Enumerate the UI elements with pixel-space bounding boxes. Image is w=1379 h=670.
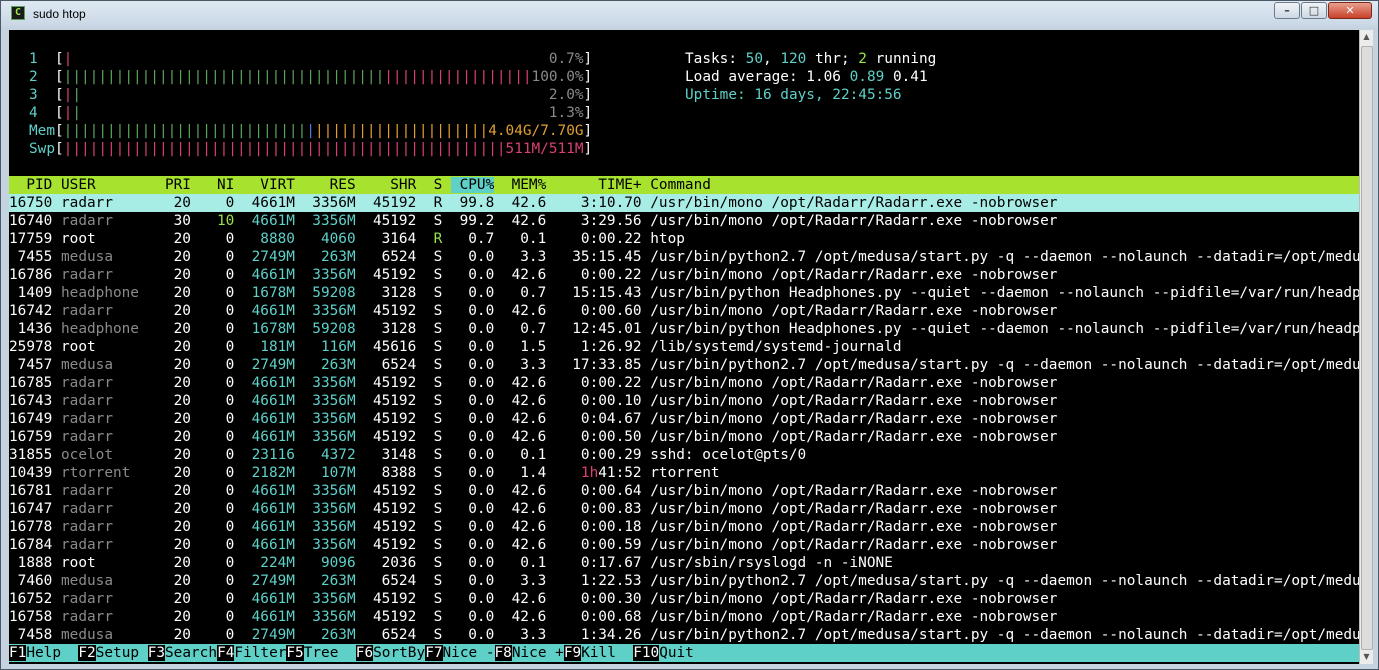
process-row-text: 16784 radarr 20 0 4661M 3356M 45192 S 0.…	[9, 537, 1058, 553]
column-res[interactable]: RES	[304, 177, 356, 193]
scroll-up-icon[interactable]: ▲	[1360, 30, 1373, 44]
process-row-text: 1409 headphone 20 0 1678M 59208 3128 S 0…	[9, 285, 1359, 301]
process-row[interactable]: 16742 radarr 20 0 4661M 3356M 45192 S 0.…	[9, 302, 1359, 320]
process-row[interactable]: 31855 ocelot 20 0 23116 4372 3148 S 0.0 …	[9, 446, 1359, 464]
close-button[interactable]: ✕	[1328, 2, 1372, 19]
column-pri[interactable]: PRI	[156, 177, 191, 193]
scrollbar-thumb[interactable]	[1361, 46, 1373, 650]
process-row-text: 16758 radarr 20 0 4661M 3356M 45192 S 0.…	[9, 609, 1058, 625]
process-row-text: 31855 ocelot 20 0 23116 4372 3148 S 0.0 …	[9, 447, 807, 463]
column-mem[interactable]: MEM%	[503, 177, 547, 193]
process-row-text: 1436 headphone 20 0 1678M 59208 3128 S 0…	[9, 321, 1359, 337]
column-header[interactable]: PID USER PRI NI VIRT RES SHR S CPU% MEM%…	[9, 176, 1359, 194]
process-row[interactable]: 1436 headphone 20 0 1678M 59208 3128 S 0…	[9, 320, 1359, 338]
process-row[interactable]: 7457 medusa 20 0 2749M 263M 6524 S 0.0 3…	[9, 356, 1359, 374]
process-row[interactable]: 10439 rtorrent 20 0 2182M 107M 8388 S 0.…	[9, 464, 1359, 482]
process-row-text: 16781 radarr 20 0 4661M 3356M 45192 S 0.…	[9, 483, 1058, 499]
fkey-help-button[interactable]: F1Help	[9, 644, 78, 662]
terminal-icon: C	[11, 6, 25, 20]
fkey-filter-button[interactable]: F4Filter	[217, 644, 286, 662]
fkey-setup-button[interactable]: F2Setup	[78, 644, 147, 662]
title-bar[interactable]: C sudo htop – □ ✕	[1, 1, 1378, 27]
fkey-quit-button[interactable]: F10Quit	[633, 644, 711, 662]
fkey-kill-button[interactable]: F9Kill	[563, 644, 633, 662]
column-command[interactable]: Command	[650, 177, 711, 193]
process-row-text: 17759 root 20 0 8880 4060 3164 R 0.7 0.1…	[9, 231, 685, 247]
window-title: sudo htop	[33, 7, 86, 21]
process-row-text: 7455 medusa 20 0 2749M 263M 6524 S 0.0 3…	[9, 249, 1359, 265]
process-row[interactable]: 7458 medusa 20 0 2749M 263M 6524 S 0.0 3…	[9, 626, 1359, 644]
process-row[interactable]: 16758 radarr 20 0 4661M 3356M 45192 S 0.…	[9, 608, 1359, 626]
process-row-text: 7460 medusa 20 0 2749M 263M 6524 S 0.0 3…	[9, 573, 1359, 589]
process-row[interactable]: 17759 root 20 0 8880 4060 3164 R 0.7 0.1…	[9, 230, 1359, 248]
process-row-text: 10439 rtorrent 20 0 2182M 107M 8388 S 0.…	[9, 465, 720, 481]
process-row-text: 1888 root 20 0 224M 9096 2036 S 0.0 0.1 …	[9, 555, 893, 571]
fkey-nice--button[interactable]: F8Nice +	[494, 644, 564, 662]
column-ni[interactable]: NI	[200, 177, 234, 193]
column-shr[interactable]: SHR	[364, 177, 416, 193]
maximize-button[interactable]: □	[1301, 2, 1327, 19]
process-row[interactable]: 16749 radarr 20 0 4661M 3356M 45192 S 0.…	[9, 410, 1359, 428]
process-row[interactable]: 1888 root 20 0 224M 9096 2036 S 0.0 0.1 …	[9, 554, 1359, 572]
column-header-labels[interactable]: PID USER PRI NI VIRT RES SHR S CPU% MEM%…	[9, 176, 711, 194]
column-virt[interactable]: VIRT	[243, 177, 295, 193]
process-row[interactable]: 7455 medusa 20 0 2749M 263M 6524 S 0.0 3…	[9, 248, 1359, 266]
column-user[interactable]: USER	[61, 177, 148, 193]
process-row[interactable]: 16747 radarr 20 0 4661M 3356M 45192 S 0.…	[9, 500, 1359, 518]
terminal-window: C sudo htop – □ ✕ 1 [| 0.7%] 2 [|||||||||…	[0, 0, 1379, 670]
process-row[interactable]: 16781 radarr 20 0 4661M 3356M 45192 S 0.…	[9, 482, 1359, 500]
process-row-text: 25978 root 20 0 181M 116M 45616 S 0.0 1.…	[9, 339, 902, 355]
fkey-nice--button[interactable]: F7Nice -	[425, 644, 495, 662]
process-row-text: 16759 radarr 20 0 4661M 3356M 45192 S 0.…	[9, 429, 1058, 445]
process-row[interactable]: 7460 medusa 20 0 2749M 263M 6524 S 0.0 3…	[9, 572, 1359, 590]
process-row[interactable]: 16785 radarr 20 0 4661M 3356M 45192 S 0.…	[9, 374, 1359, 392]
swap-meter: Swp[||||||||||||||||||||||||||||||||||||…	[29, 141, 593, 157]
process-row-text: 16749 radarr 20 0 4661M 3356M 45192 S 0.…	[9, 411, 1058, 427]
column-time[interactable]: TIME+	[555, 177, 641, 193]
fkey-sortby-button[interactable]: F6SortBy	[355, 644, 425, 662]
process-row[interactable]: 16752 radarr 20 0 4661M 3356M 45192 S 0.…	[9, 590, 1359, 608]
tasks-summary: Tasks: 50, 120 thr; 2 running	[685, 51, 937, 67]
process-row-text: 16743 radarr 20 0 4661M 3356M 45192 S 0.…	[9, 393, 1058, 409]
function-key-bar: F1Help F2Setup F3Search F4Filter F5Tree F6…	[9, 644, 1359, 662]
process-row[interactable]: 25978 root 20 0 181M 116M 45616 S 0.0 1.…	[9, 338, 1359, 356]
process-row-text: 16747 radarr 20 0 4661M 3356M 45192 S 0.…	[9, 501, 1058, 517]
process-row[interactable]: 16784 radarr 20 0 4661M 3356M 45192 S 0.…	[9, 536, 1359, 554]
uptime: Uptime: 16 days, 22:45:56	[685, 87, 902, 103]
process-row-text: 16740 radarr 30 10 4661M 3356M 45192 S 9…	[9, 213, 1058, 229]
scroll-down-icon[interactable]: ▼	[1360, 650, 1373, 664]
process-row-selected[interactable]: 16750 radarr 20 0 4661M 3356M 45192 R 99…	[9, 194, 1359, 212]
cpu-meter: 2 [|||||||||||||||||||||||||||||||||||||…	[29, 69, 593, 85]
load-average: Load average: 1.06 0.89 0.41	[685, 69, 928, 85]
scrollbar[interactable]: ▲ ▼	[1359, 30, 1373, 664]
window-controls: – □ ✕	[1273, 2, 1372, 19]
process-row-text: 16742 radarr 20 0 4661M 3356M 45192 S 0.…	[9, 303, 1058, 319]
process-row-text: 7457 medusa 20 0 2749M 263M 6524 S 0.0 3…	[9, 357, 1359, 373]
column-s[interactable]: S	[425, 177, 443, 193]
terminal-screen[interactable]: 1 [| 0.7%] 2 [|||||||||||||||||||||||||||…	[9, 30, 1359, 664]
column-pid[interactable]: PID	[9, 177, 52, 193]
process-row[interactable]: 1409 headphone 20 0 1678M 59208 3128 S 0…	[9, 284, 1359, 302]
process-row-text: 16786 radarr 20 0 4661M 3356M 45192 S 0.…	[9, 267, 1058, 283]
process-row-text: 16778 radarr 20 0 4661M 3356M 45192 S 0.…	[9, 519, 1058, 535]
process-row-text: 16785 radarr 20 0 4661M 3356M 45192 S 0.…	[9, 375, 1058, 391]
cpu-meter: 3 [|| 2.0%]	[29, 87, 593, 103]
process-row-text: 7458 medusa 20 0 2749M 263M 6524 S 0.0 3…	[9, 627, 1359, 643]
process-row[interactable]: 16740 radarr 30 10 4661M 3356M 45192 S 9…	[9, 212, 1359, 230]
fkey-tree-button[interactable]: F5Tree	[286, 644, 355, 662]
process-row[interactable]: 16759 radarr 20 0 4661M 3356M 45192 S 0.…	[9, 428, 1359, 446]
fkey-search-button[interactable]: F3Search	[147, 644, 217, 662]
column-cpu[interactable]: CPU%	[450, 177, 495, 193]
process-row[interactable]: 16786 radarr 20 0 4661M 3356M 45192 S 0.…	[9, 266, 1359, 284]
cpu-meter: 1 [| 0.7%]	[29, 51, 593, 67]
cpu-meter: 4 [|| 1.3%]	[29, 105, 593, 121]
minimize-button[interactable]: –	[1274, 2, 1300, 19]
process-row[interactable]: 16743 radarr 20 0 4661M 3356M 45192 S 0.…	[9, 392, 1359, 410]
process-row-text: 16750 radarr 20 0 4661M 3356M 45192 R 99…	[9, 195, 1058, 211]
process-row-text: 16752 radarr 20 0 4661M 3356M 45192 S 0.…	[9, 591, 1058, 607]
process-row[interactable]: 16778 radarr 20 0 4661M 3356M 45192 S 0.…	[9, 518, 1359, 536]
memory-meter: Mem[||||||||||||||||||||||||||||||||||||…	[29, 123, 593, 139]
